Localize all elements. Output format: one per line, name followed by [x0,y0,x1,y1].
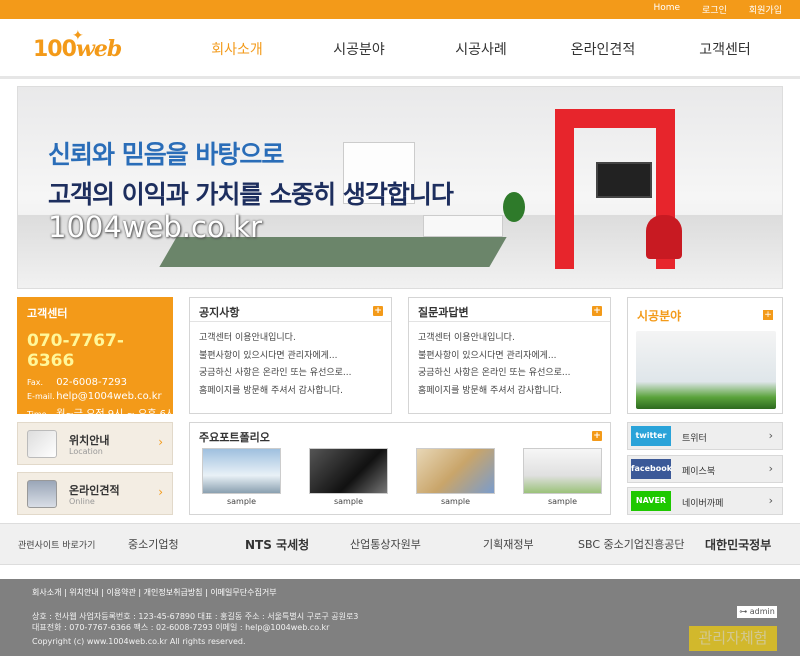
list-item[interactable]: 고객센터 이용안내입니다. [418,330,601,348]
nav-online-estimate[interactable]: 온라인견적 [542,19,664,77]
banner-red-frame [555,109,574,269]
notice-title: 공지사항 + [190,298,391,322]
construction-field-box: 시공분야 + [627,297,783,414]
banner-domain: 1004web.co.kr [48,210,263,244]
portfolio-item[interactable]: sample [416,448,495,506]
map-icon [27,430,57,458]
chevron-right-icon: › [768,494,773,507]
faq-title: 질문과답변 + [409,298,610,322]
faq-list: 고객센터 이용안내입니다. 불편사항이 있으시다면 관리자에게... 궁금하신 … [409,322,610,408]
cs-phone: 070-7767-6366 [27,331,124,371]
banner-plant [503,192,525,222]
main-banner: 신뢰와 믿음을 바탕으로 고객의 이익과 가치를 소중히 생각합니다 1004w… [17,86,783,289]
faq-more-plus-icon[interactable]: + [592,306,602,316]
related-site-sbc[interactable]: SBC 중소기업진흥공단 [578,536,684,552]
chevron-right-icon: › [158,435,163,449]
footer-company-info: 상호 : 천사웹 사업자등록번호 : 123-45-67890 대표 : 홍길동… [32,612,359,632]
facebook-icon: facebook [631,459,672,479]
chevron-right-icon: › [768,462,773,475]
field-title: 시공분야 [637,309,682,323]
banner-headline-1: 신뢰와 믿음을 바탕으로 [48,140,284,169]
related-site-nts[interactable]: NTS 국세청 [245,536,309,553]
list-item[interactable]: 불편사항이 있으시다면 관리자에게... [418,348,601,366]
main-nav: 회사소개 시공분야 시공사례 온라인견적 고객센터 [176,19,786,77]
list-item[interactable]: 고객센터 이용안내입니다. [199,330,382,348]
portfolio-thumb [309,448,388,494]
portfolio-item[interactable]: sample [523,448,602,506]
banner-cabinet [423,215,503,237]
wing-icon: ✦ [72,28,84,44]
nav-customer-center[interactable]: 고객센터 [664,19,786,77]
header-shadow [0,76,800,79]
notice-box: 공지사항 + 고객센터 이용안내입니다. 불편사항이 있으시다면 관리자에게..… [189,297,392,414]
customer-center-box: 고객센터 070-7767-6366 Fax. 02-6008-7293 E-m… [17,297,175,420]
list-item[interactable]: 불편사항이 있으시다면 관리자에게... [199,348,382,366]
admin-button[interactable]: ⊶ admin [737,606,777,618]
banner-tv [596,162,652,198]
portfolio-thumb [416,448,495,494]
list-item[interactable]: 궁금하신 사항은 온라인 또는 유선으로... [418,365,601,383]
related-site-smba[interactable]: 중소기업청 [128,536,179,552]
footer-copyright: Copyright (c) www.1004web.co.kr All righ… [32,637,246,646]
site-header: 100web ✦ 회사소개 시공분야 시공사례 온라인견적 고객센터 [0,19,800,79]
portfolio-thumb [202,448,281,494]
field-image [636,331,776,409]
site-footer: 회사소개 | 위치안내 | 이용약관 | 개인정보취급방침 | 이메일무단수집거… [0,579,800,656]
nav-construction-cases[interactable]: 시공사례 [420,19,542,77]
related-site-mosf[interactable]: 기획재정부 [483,536,534,552]
portfolio-title: 주요포트폴리오 + [199,431,602,444]
top-links: Home 로그인 회원가입 [653,3,782,16]
cs-title: 고객센터 [27,307,68,320]
faq-box: 질문과답변 + 고객센터 이용안내입니다. 불편사항이 있으시다면 관리자에게.… [408,297,611,414]
admin-experience-button[interactable]: 관리자체험 [689,626,777,651]
list-item[interactable]: 홈페이지를 방문해 주셔서 감사합니다. [418,383,601,401]
facebook-link[interactable]: facebook 페이스북 › [627,455,783,483]
online-estimate-link[interactable]: 온라인견적 Online › [17,472,173,515]
notice-list: 고객센터 이용안내입니다. 불편사항이 있으시다면 관리자에게... 궁금하신 … [190,322,391,408]
portfolio-item[interactable]: sample [309,448,388,506]
portfolio-thumb [523,448,602,494]
home-link[interactable]: Home [653,3,680,16]
twitter-icon: twitter [631,426,671,446]
signup-link[interactable]: 회원가입 [749,3,782,16]
nav-company[interactable]: 회사소개 [176,19,298,77]
location-link[interactable]: 위치안내 Location › [17,422,173,465]
portfolio-box: 주요포트폴리오 + sample sample sample sample [189,422,611,515]
naver-icon: NAVER [631,491,671,511]
login-link[interactable]: 로그인 [702,3,727,16]
cs-fax: Fax. 02-6008-7293 [27,377,128,388]
naver-cafe-link[interactable]: NAVER 네이버까페 › [627,487,783,515]
chevron-right-icon: › [768,429,773,442]
portfolio-more-plus-icon[interactable]: + [592,431,602,441]
notice-more-plus-icon[interactable]: + [373,306,383,316]
field-more-plus-icon[interactable]: + [763,310,773,320]
site-logo[interactable]: 100web ✦ [33,28,122,62]
cs-time: Time 월~금 오전 9시 ~ 오후 6시 [27,409,176,420]
list-item[interactable]: 홈페이지를 방문해 주셔서 감사합니다. [199,383,382,401]
list-item[interactable]: 궁금하신 사항은 온라인 또는 유선으로... [199,365,382,383]
portfolio-item[interactable]: sample [202,448,281,506]
portfolio-items: sample sample sample sample [190,443,610,511]
related-site-motie[interactable]: 산업통상자원부 [350,536,421,552]
top-utility-bar: Home 로그인 회원가입 [0,0,800,19]
key-icon: ⊶ [739,607,748,616]
banner-chair [646,215,682,259]
nav-construction-field[interactable]: 시공분야 [298,19,420,77]
cs-email: E-mail. help@1004web.co.kr [27,391,162,402]
related-sites-bar: 관련사이트 바로가기 중소기업청 NTS 국세청 산업통상자원부 기획재정부 S… [0,523,800,565]
related-site-korea-gov[interactable]: 대한민국정부 [705,536,771,553]
chevron-right-icon: › [158,485,163,499]
banner-headline-2: 고객의 이익과 가치를 소중히 생각합니다 [48,180,454,209]
related-sites-label: 관련사이트 바로가기 [18,541,96,551]
twitter-link[interactable]: twitter 트위터 › [627,422,783,450]
laptop-icon [27,480,57,508]
footer-links[interactable]: 회사소개 | 위치안내 | 이용약관 | 개인정보취급방침 | 이메일무단수집거… [32,587,277,598]
